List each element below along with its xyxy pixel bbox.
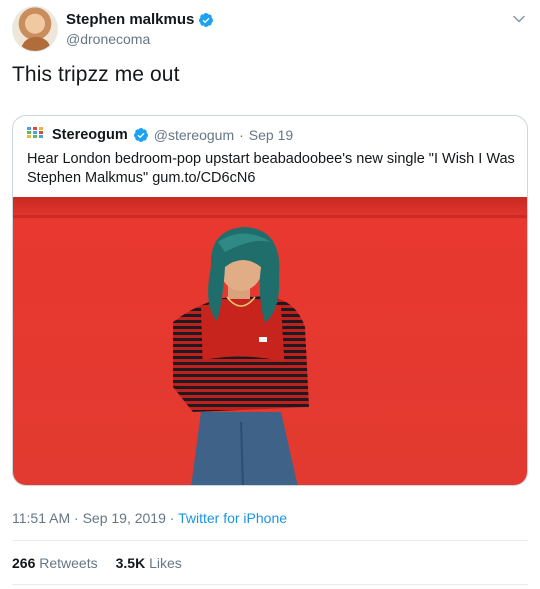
separator-dot: · xyxy=(239,127,244,143)
author-name-row: Stephen malkmus xyxy=(66,11,214,28)
quoted-handle[interactable]: @stereogum xyxy=(154,127,234,143)
likes-count: 3.5K xyxy=(115,555,146,571)
tweet-text: This tripzz me out xyxy=(12,63,180,86)
tweet-stats: 266 Retweets 3.5K Likes xyxy=(12,555,182,571)
divider xyxy=(12,540,528,541)
tweet-time[interactable]: 11:51 AM xyxy=(12,510,70,526)
separator-dot: · xyxy=(169,510,175,526)
stereogum-logo-icon xyxy=(27,127,45,143)
retweets-stat[interactable]: 266 Retweets xyxy=(12,555,98,571)
quoted-tweet[interactable]: Stereogum @stereogum · Sep 19 Hear Londo… xyxy=(12,115,528,486)
quoted-tweet-photo[interactable] xyxy=(13,197,527,485)
likes-label: Likes xyxy=(149,555,182,571)
chevron-down-icon[interactable] xyxy=(512,12,526,26)
quoted-tweet-text: Hear London bedroom-pop upstart beabadoo… xyxy=(27,151,515,186)
tweet-source-link[interactable]: Twitter for iPhone xyxy=(178,510,287,526)
tweet-date[interactable]: Sep 19, 2019 xyxy=(83,510,166,526)
quoted-display-name[interactable]: Stereogum xyxy=(52,127,128,143)
likes-stat[interactable]: 3.5K Likes xyxy=(116,555,182,571)
retweets-count: 266 xyxy=(12,555,36,571)
quoted-date[interactable]: Sep 19 xyxy=(249,127,293,143)
retweets-label: Retweets xyxy=(39,555,98,571)
author-handle[interactable]: @dronecoma xyxy=(66,31,150,47)
verified-badge-icon xyxy=(133,128,148,142)
verified-badge-icon xyxy=(199,12,214,27)
tweet-metadata: 11:51 AM · Sep 19, 2019 · Twitter for iP… xyxy=(12,510,287,526)
separator-dot: · xyxy=(74,510,79,526)
author-display-name[interactable]: Stephen malkmus xyxy=(66,11,194,28)
divider xyxy=(12,584,528,585)
quoted-tweet-header: Stereogum @stereogum · Sep 19 xyxy=(27,127,293,143)
photo-illustration xyxy=(13,197,527,485)
tweet-card: Stephen malkmus @dronecoma This tripzz m… xyxy=(0,0,540,589)
author-avatar[interactable] xyxy=(12,6,58,52)
